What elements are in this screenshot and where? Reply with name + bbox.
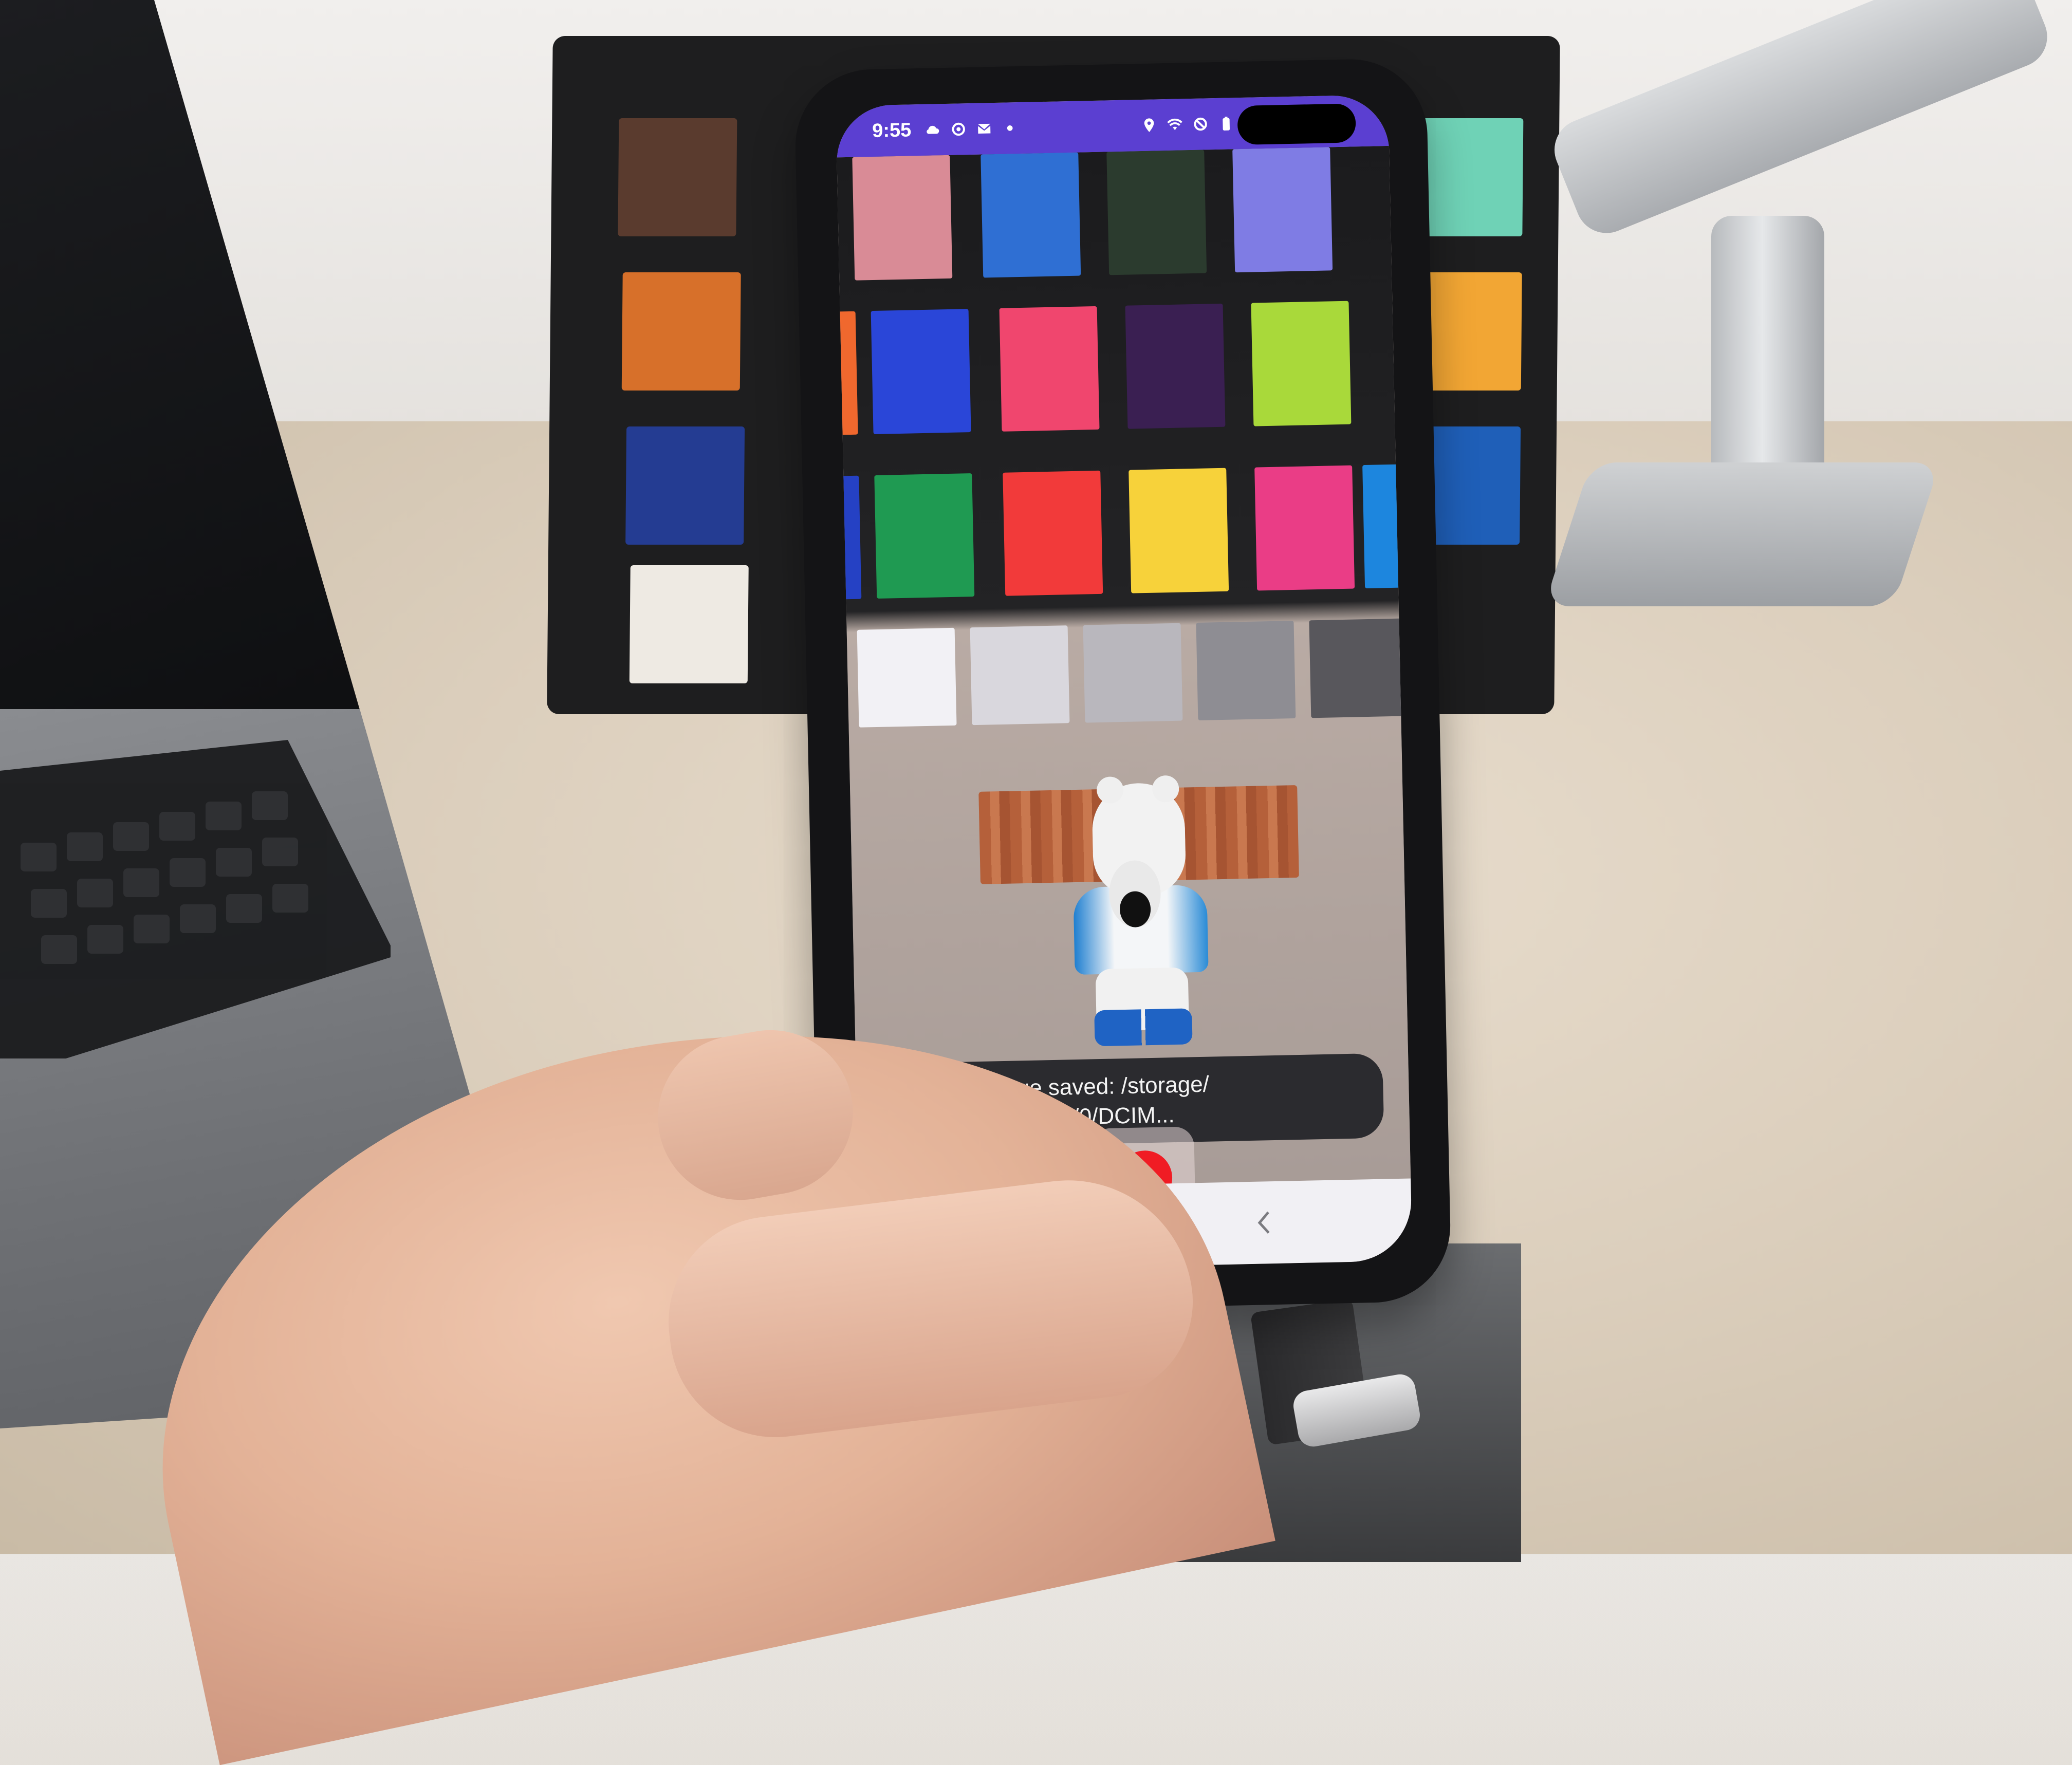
cloud-icon <box>927 125 939 134</box>
monitor-foot <box>1544 462 1940 606</box>
location-icon <box>1144 118 1154 133</box>
sync-icon <box>952 122 965 136</box>
email-icon <box>978 123 991 134</box>
monitor-post <box>1711 216 1824 504</box>
polar-bear-figurine <box>1071 775 1210 1052</box>
do-not-disturb-icon <box>1194 117 1207 131</box>
dot-icon <box>1007 125 1013 131</box>
status-time: 9:55 <box>872 119 912 142</box>
battery-icon <box>1223 117 1230 131</box>
camera-preview[interactable] <box>836 145 1411 1190</box>
wifi-icon <box>1167 118 1182 131</box>
back-icon[interactable] <box>1244 1202 1286 1244</box>
front-camera-cutout <box>1237 103 1356 145</box>
